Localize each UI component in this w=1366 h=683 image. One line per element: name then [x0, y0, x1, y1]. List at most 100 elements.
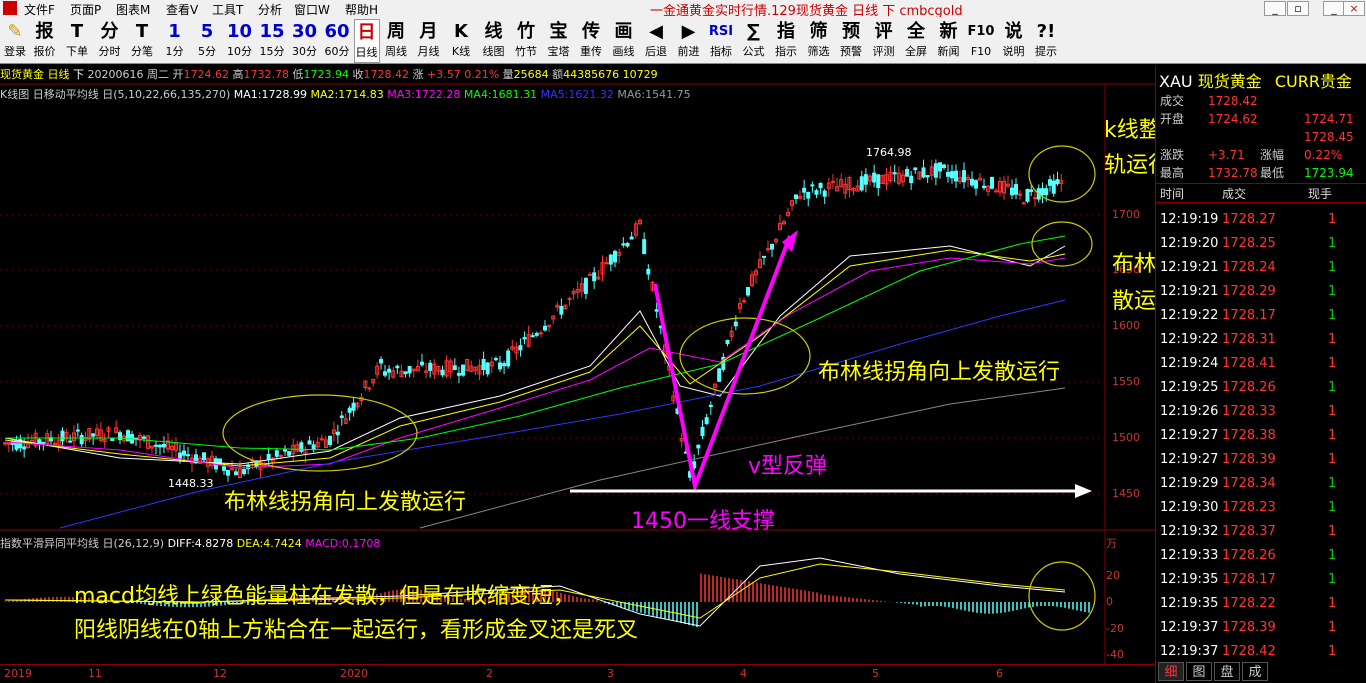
toolbar-button-20[interactable]: ◀ 后退 — [640, 19, 672, 63]
toolbar-button-17[interactable]: 宝宝塔 — [543, 19, 575, 63]
toolbar-button-28[interactable]: 全全屏 — [900, 19, 932, 63]
candle-body — [892, 172, 897, 175]
menu-analysis[interactable]: 分析 — [258, 1, 282, 18]
toolbar-icon: K — [454, 21, 468, 42]
toolbar-button-6[interactable]: 5 5分 — [191, 19, 223, 63]
menu-file[interactable]: 文件F — [24, 1, 55, 18]
toolbar-button-0[interactable]: ✎ 登录 — [2, 19, 28, 63]
tick-time: 12:19:27 — [1160, 452, 1219, 467]
toolbar-button-13[interactable]: 月月线 — [413, 19, 445, 63]
toolbar-button-10[interactable]: 60 60分 — [321, 19, 353, 63]
menu-tools[interactable]: 工具T — [212, 1, 243, 18]
ma-params: (5,10,22,66,135,270) — [113, 88, 231, 101]
toolbar-button-15[interactable]: 线线图 — [478, 19, 510, 63]
tick-price: 1728.42 — [1222, 644, 1276, 659]
panel-row: 开盘 1724.62 1724.71 — [1156, 110, 1366, 128]
panel-tab-3[interactable]: 成 — [1242, 662, 1268, 681]
minimize-icon[interactable]: _ — [1264, 1, 1286, 16]
toolbar-button-14[interactable]: K K线 — [445, 19, 477, 63]
menu-view[interactable]: 查看V — [166, 1, 198, 18]
toolbar-button-19[interactable]: 画画线 — [608, 19, 640, 63]
time-tick: 5 — [872, 667, 879, 680]
candle-body — [283, 449, 287, 452]
tick-time: 12:19:27 — [1160, 428, 1219, 443]
candle-body — [506, 350, 511, 367]
panel-v2: 1728.45 — [1304, 130, 1354, 144]
candle-body — [351, 402, 356, 411]
toolbar-button-30[interactable]: F10 F10 — [965, 19, 997, 63]
toolbar-button-23[interactable]: ∑ 公式 — [738, 19, 770, 63]
toolbar-icon: 说 — [1004, 21, 1023, 42]
toolbar-button-11[interactable]: 日日线 — [353, 19, 380, 63]
tick-time: 12:19:35 — [1160, 572, 1219, 587]
restore-icon[interactable]: ▫ — [1287, 1, 1309, 16]
toolbar-button-12[interactable]: 周周线 — [380, 19, 412, 63]
toolbar-button-5[interactable]: 1 1分 — [159, 19, 191, 63]
tick-row: 12:19:25 1728.26 1 — [1156, 377, 1366, 399]
candle-body — [387, 368, 392, 373]
toolbar-icon: 10 — [226, 21, 253, 42]
toolbar-button-21[interactable]: ▶ 前进 — [673, 19, 705, 63]
candle-body — [522, 337, 527, 340]
tick-volume: 1 — [1328, 236, 1337, 251]
tick-volume: 1 — [1328, 428, 1337, 443]
toolbar-icon: 筛 — [809, 21, 828, 42]
candle-body — [311, 444, 316, 451]
toolbar-icon: 画 — [614, 21, 633, 42]
menu-help[interactable]: 帮助H — [345, 1, 378, 18]
candle-body — [938, 162, 942, 172]
toolbar-button-27[interactable]: 评评测 — [868, 19, 900, 63]
toolbar-icon: 评 — [874, 21, 893, 42]
toolbar-button-29[interactable]: 新新闻 — [933, 19, 965, 63]
tick-time: 12:19:35 — [1160, 596, 1219, 611]
toolbar-button-9[interactable]: 30 30分 — [289, 19, 321, 63]
toolbar-button-24[interactable]: 指指示 — [770, 19, 802, 63]
candle-body — [742, 300, 746, 303]
candle-body — [518, 345, 523, 351]
candle-body — [970, 178, 974, 186]
toolbar-button-25[interactable]: 筛筛选 — [803, 19, 835, 63]
price-tick: 1550 — [1112, 375, 1140, 388]
toolbar-label: 60分 — [324, 45, 350, 58]
candle-body — [704, 417, 709, 424]
candle-body — [307, 440, 312, 445]
toolbar-icon: 日 — [357, 22, 376, 43]
menu-window[interactable]: 窗口W — [294, 1, 330, 18]
menu-chart[interactable]: 图表M — [116, 1, 150, 18]
panel-tab-2[interactable]: 盘 — [1214, 662, 1240, 681]
toolbar-button-22[interactable]: RSI 指标 — [705, 19, 737, 63]
candle-body — [1010, 187, 1014, 196]
toolbar-button-32[interactable]: ?! 提示 — [1030, 19, 1062, 63]
candle-body — [863, 174, 868, 185]
menu-page[interactable]: 页面P — [70, 1, 101, 18]
panel-tab-0[interactable]: 细 — [1158, 662, 1184, 681]
candle-body — [347, 407, 352, 413]
toolbar-button-7[interactable]: 10 10分 — [224, 19, 256, 63]
low-value: 1723.94 — [303, 68, 350, 81]
toolbar-button-4[interactable]: T 分笔 — [126, 19, 158, 63]
candle-body — [621, 243, 626, 246]
toolbar-button-16[interactable]: 竹竹节 — [510, 19, 542, 63]
tick-price: 1728.29 — [1222, 284, 1276, 299]
tick-price: 1728.27 — [1222, 212, 1276, 227]
close-icon[interactable]: × — [1343, 1, 1365, 16]
minimize-icon[interactable]: _ — [1323, 1, 1345, 16]
toolbar-button-18[interactable]: 传重传 — [575, 19, 607, 63]
toolbar-button-2[interactable]: T 下单 — [61, 19, 93, 63]
candle-body — [1033, 197, 1037, 200]
price-tick: 1600 — [1112, 319, 1140, 332]
toolbar-button-8[interactable]: 15 15分 — [256, 19, 288, 63]
candle-body — [872, 172, 877, 183]
ma2-value: MA2:1714.83 — [310, 88, 384, 101]
toolbar-label: 前进 — [677, 45, 700, 58]
toolbar-button-26[interactable]: 预预警 — [835, 19, 867, 63]
toolbar-button-3[interactable]: 分分时 — [94, 19, 126, 63]
quote-panel: XAU 现货黄金 CURR贵金 成交 1728.42 开盘 1724.62 1724.7… — [1155, 66, 1366, 683]
toolbar-button-31[interactable]: 说说明 — [998, 19, 1030, 63]
toolbar-icon: 全 — [907, 21, 925, 42]
tick-volume: 1 — [1328, 308, 1337, 323]
panel-tab-1[interactable]: 图 — [1186, 662, 1212, 681]
toolbar-label: 线图 — [482, 45, 505, 58]
toolbar-button-1[interactable]: 报报价 — [29, 19, 61, 63]
macd-value: MACD:0.1708 — [305, 537, 381, 550]
